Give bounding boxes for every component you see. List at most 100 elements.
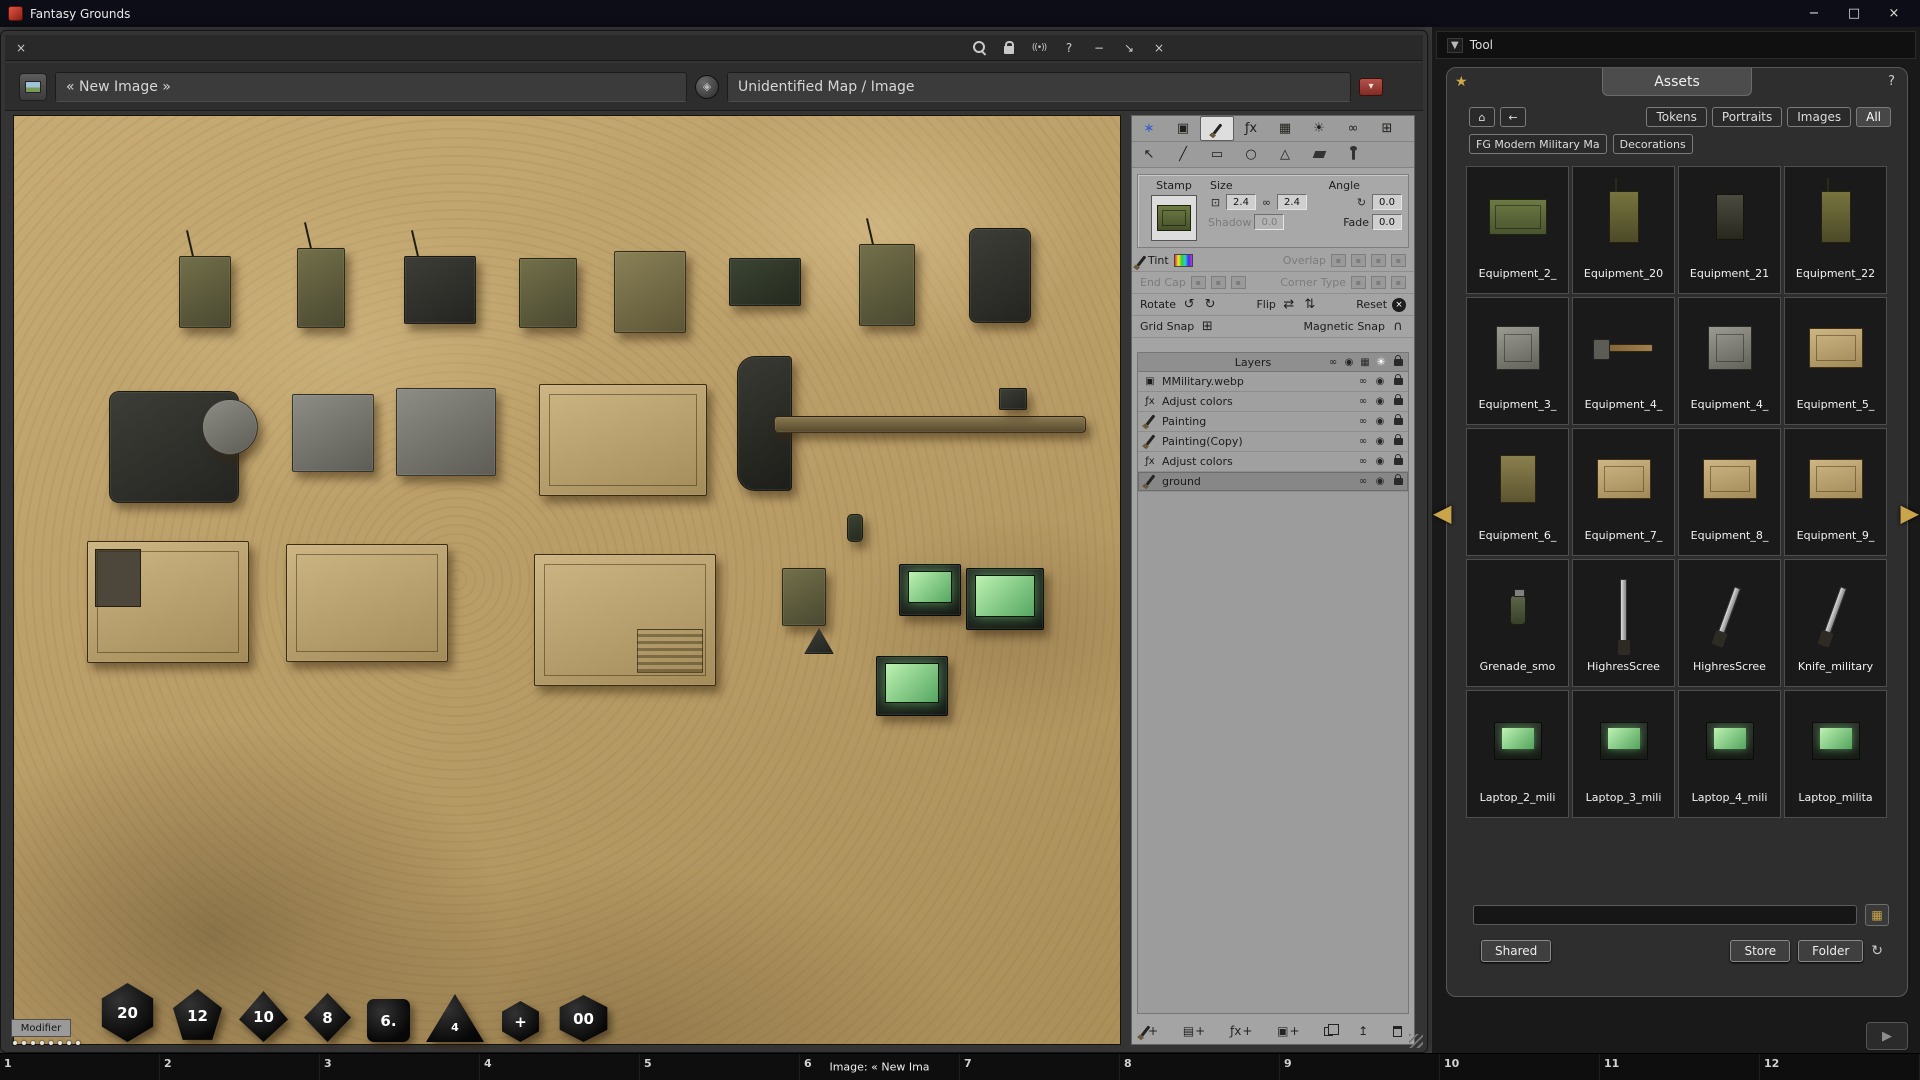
eraser-tool-icon[interactable] [1302, 142, 1336, 167]
layer-row[interactable]: Painting ∞ ◉ [1138, 412, 1408, 432]
link-size-icon[interactable]: ∞ [1259, 196, 1274, 209]
hotkey-slot[interactable]: 7 [960, 1054, 1120, 1080]
tool-dropdown-label[interactable]: Tool [1470, 38, 1493, 52]
assets-help-icon[interactable]: ? [1888, 74, 1895, 89]
layer-row[interactable]: ƒx Adjust colors ∞ ◉ [1138, 392, 1408, 412]
lock-icon[interactable] [1394, 474, 1403, 485]
home-icon[interactable]: ⌂ [1469, 107, 1495, 127]
hotkey-slot[interactable]: 8 [1120, 1054, 1280, 1080]
link-icon[interactable]: ∞ [1357, 396, 1369, 407]
visibility-icon[interactable]: ◉ [1374, 476, 1386, 487]
map-stamp-crate-large[interactable] [539, 384, 707, 496]
folder-button[interactable]: Folder [1798, 940, 1864, 962]
image-type-input[interactable] [727, 71, 1351, 102]
plus-die-button[interactable]: + [502, 1001, 539, 1042]
map-stamp-rocket-launcher[interactable] [774, 416, 1086, 433]
shared-button[interactable]: Shared [1481, 940, 1552, 962]
lock-icon[interactable] [1394, 454, 1403, 465]
asset-item[interactable]: Equipment_6_ [1466, 428, 1569, 556]
grid-all-icon[interactable]: ▦ [1359, 357, 1371, 368]
map-stamp-grenade[interactable] [847, 514, 863, 542]
map-stamp-radio[interactable] [179, 256, 231, 328]
popout-icon[interactable]: ↘ [1119, 39, 1139, 57]
add-group-button[interactable]: ▤ + [1183, 1024, 1205, 1038]
menu-button[interactable]: ▾ [1359, 77, 1383, 96]
tab-all[interactable]: All [1856, 107, 1891, 127]
map-stamp-machine[interactable] [292, 394, 374, 472]
link-icon[interactable]: ∞ [1357, 376, 1369, 387]
map-stamp-console[interactable] [729, 258, 801, 306]
asset-item[interactable]: Grenade_smo [1466, 559, 1569, 687]
help-icon[interactable]: ? [1059, 39, 1079, 57]
map-stamp-scope-radio[interactable] [859, 244, 915, 326]
line-tool-icon[interactable]: ╱ [1166, 142, 1200, 167]
compass-tool-icon[interactable]: ∗ [1132, 116, 1166, 141]
asset-item[interactable]: Laptop_2_mili [1466, 690, 1569, 818]
d100-die[interactable]: 00 [559, 995, 608, 1042]
grid-view-icon[interactable]: ▦ [1865, 904, 1889, 926]
mask-tool-icon[interactable]: ∞ [1336, 116, 1370, 141]
visibility-icon[interactable]: ◉ [1374, 396, 1386, 407]
asset-item[interactable]: Knife_military [1784, 559, 1887, 687]
hotkey-slot[interactable]: 2 [160, 1054, 320, 1080]
layer-row[interactable]: ƒx Adjust colors ∞ ◉ [1138, 452, 1408, 472]
asset-item[interactable]: Laptop_4_mili [1678, 690, 1781, 818]
hotkey-slot[interactable]: 5 [640, 1054, 800, 1080]
map-stamp-crate-large[interactable] [286, 544, 448, 662]
map-stamp-laptop[interactable] [899, 564, 961, 616]
grid-tool-icon[interactable]: ⊞ [1370, 116, 1404, 141]
light-all-icon[interactable]: ☀ [1375, 357, 1387, 368]
broadcast-icon[interactable]: ((•)) [1029, 39, 1049, 57]
asset-item[interactable]: Equipment_4_ [1678, 297, 1781, 425]
delete-layer-button[interactable] [1392, 1025, 1402, 1037]
lock-all-icon[interactable] [1394, 354, 1403, 366]
map-stamp-laptop[interactable] [876, 656, 948, 716]
asset-item[interactable]: Equipment_5_ [1784, 297, 1887, 425]
pin-tool-icon[interactable] [1336, 142, 1370, 167]
lighting-tool-icon[interactable]: ☀ [1302, 116, 1336, 141]
map-stamp-radio[interactable] [297, 248, 345, 328]
layer-row[interactable]: Painting(Copy) ∞ ◉ [1138, 432, 1408, 452]
tab-images[interactable]: Images [1787, 107, 1852, 127]
asset-item[interactable]: Equipment_9_ [1784, 428, 1887, 556]
pattern-tool-icon[interactable]: ▦ [1268, 116, 1302, 141]
asset-item[interactable]: HighresScree [1572, 559, 1675, 687]
map-stamp-machine[interactable] [396, 388, 496, 476]
hotkey-slot[interactable]: 3 [320, 1054, 480, 1080]
size-y-input[interactable] [1277, 194, 1307, 210]
lock-icon[interactable] [1394, 394, 1403, 405]
map-stamp-field-radio[interactable] [404, 256, 476, 324]
layer-row[interactable]: ▣ MMilitary.webp ∞ ◉ [1138, 372, 1408, 392]
d20-die[interactable]: 20 [101, 983, 154, 1042]
rotate-ccw-icon[interactable]: ↺ [1181, 297, 1197, 312]
hotkey-slot[interactable]: 4 [480, 1054, 640, 1080]
fade-input[interactable] [1372, 214, 1402, 230]
map-stamp-crate-large[interactable] [87, 541, 249, 663]
search-input[interactable] [1473, 905, 1857, 925]
asset-item[interactable]: HighresScree [1678, 559, 1781, 687]
flip-horizontal-icon[interactable]: ⇄ [1281, 297, 1297, 312]
hotkey-slot[interactable]: 12 [1760, 1054, 1920, 1080]
hotkey-slot[interactable]: 11 [1600, 1054, 1760, 1080]
reset-icon[interactable]: × [1392, 297, 1407, 312]
lock-icon[interactable] [999, 39, 1019, 57]
hotkey-slot[interactable]: 10 [1440, 1054, 1600, 1080]
panel-collapse-left-icon[interactable]: ◀ [1433, 499, 1451, 527]
d8-die[interactable]: 8 [304, 993, 351, 1042]
map-stamp-radio-pack[interactable] [519, 258, 577, 328]
lock-icon[interactable] [1394, 434, 1403, 445]
hotkey-slot[interactable]: 9 [1280, 1054, 1440, 1080]
close-window-icon[interactable]: × [1149, 39, 1169, 57]
map-stamp-crate[interactable] [614, 251, 686, 333]
link-all-icon[interactable]: ∞ [1327, 357, 1339, 368]
breadcrumb-module[interactable]: FG Modern Military Ma [1469, 134, 1607, 154]
back-icon[interactable]: ← [1500, 107, 1526, 127]
visibility-icon[interactable]: ◉ [1374, 436, 1386, 447]
hotkey-slot-image[interactable]: 6 Image: « New Ima [800, 1054, 960, 1080]
d4-die[interactable]: 4 [426, 994, 484, 1042]
rotate-cw-icon[interactable]: ↻ [1202, 297, 1218, 312]
map-stamp-tripod[interactable] [804, 628, 834, 654]
image-icon[interactable] [19, 72, 47, 101]
asset-item[interactable]: Equipment_2_ [1466, 166, 1569, 294]
map-stamp-crate-large[interactable] [534, 554, 716, 686]
